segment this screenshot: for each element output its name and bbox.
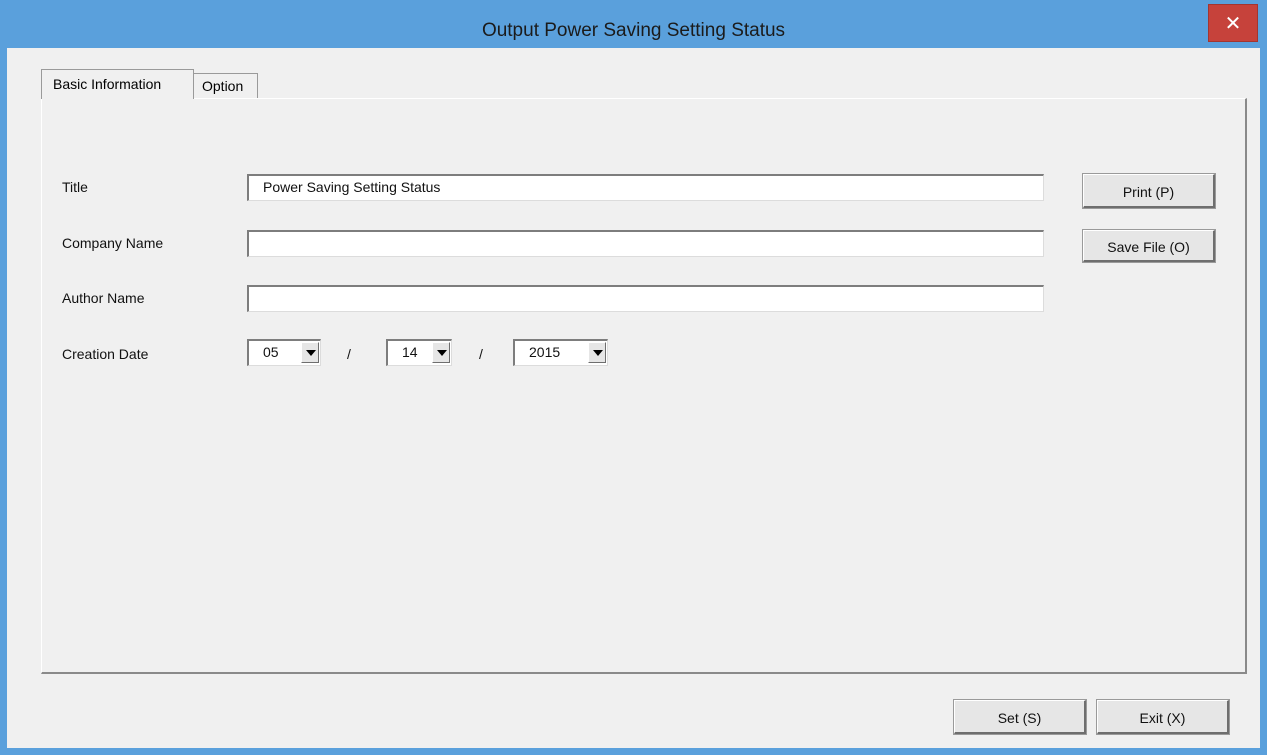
tab-panel-basic-information: Title Power Saving Setting Status Compan… [41, 98, 1247, 674]
dialog-window: Output Power Saving Setting Status ✕ Opt… [0, 0, 1267, 755]
exit-button[interactable]: Exit (X) [1096, 699, 1230, 735]
year-value: 2015 [529, 344, 561, 360]
save-file-button[interactable]: Save File (O) [1082, 229, 1216, 263]
set-button[interactable]: Set (S) [953, 699, 1087, 735]
window-title: Output Power Saving Setting Status [481, 20, 786, 41]
day-select[interactable]: 14 [386, 339, 452, 366]
month-select[interactable]: 05 [247, 339, 321, 366]
tab-option-label: Option [202, 78, 244, 94]
company-name-field[interactable] [247, 230, 1044, 257]
tab-basic-information[interactable]: Basic Information [41, 69, 194, 99]
title-field[interactable]: Power Saving Setting Status [247, 174, 1044, 201]
dialog-client-area: Option Basic Information Title Power Sav… [7, 48, 1260, 748]
print-button[interactable]: Print (P) [1082, 173, 1216, 209]
chevron-down-icon[interactable] [301, 342, 319, 363]
date-separator: / [479, 346, 483, 362]
chevron-down-icon[interactable] [588, 342, 606, 363]
month-value: 05 [263, 344, 279, 360]
year-select[interactable]: 2015 [513, 339, 608, 366]
close-icon: ✕ [1224, 13, 1242, 35]
author-name-field[interactable] [247, 285, 1044, 312]
title-label: Title [62, 179, 88, 195]
tab-basic-information-label: Basic Information [53, 76, 162, 92]
creation-date-label: Creation Date [62, 346, 149, 362]
close-button[interactable]: ✕ [1208, 4, 1258, 42]
company-name-label: Company Name [62, 235, 164, 251]
day-value: 14 [402, 344, 418, 360]
author-name-label: Author Name [62, 290, 145, 306]
chevron-down-icon[interactable] [432, 342, 450, 363]
tab-option[interactable]: Option [193, 73, 258, 99]
date-separator: / [347, 346, 351, 362]
